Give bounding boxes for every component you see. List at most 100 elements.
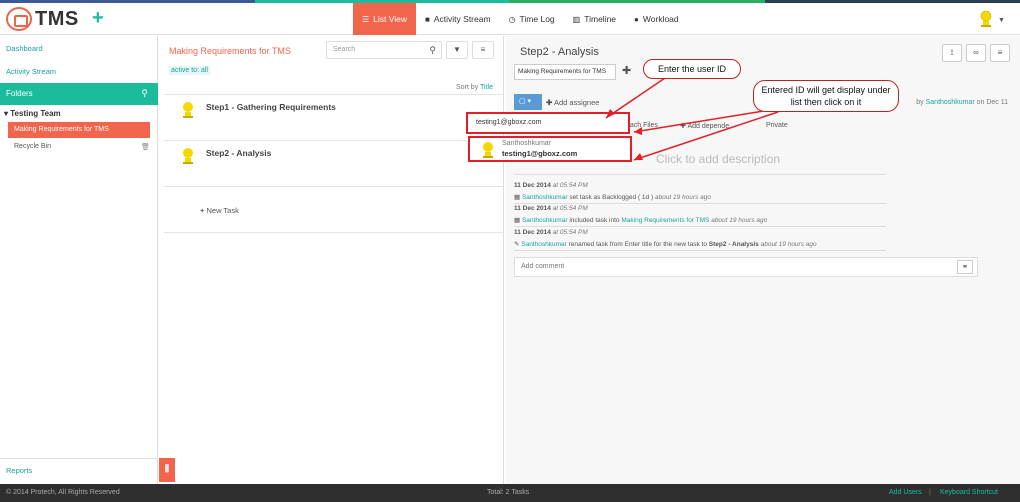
sidebar-item-dashboard[interactable]: Dashboard [6,44,43,53]
assignee-suggestion[interactable]: Santhoshkumar testing1@gboxz.com [468,136,632,162]
plus-icon: + [200,206,205,215]
sidebar-item-reports[interactable]: Reports [0,458,158,482]
add-button[interactable]: + [92,8,104,28]
menu-icon: ≡ [997,48,1003,57]
add-dependency-label: Add depende [687,123,730,130]
task-title[interactable]: Step1 - Gathering Requirements [206,102,336,112]
activity-date: 11 Dec 2014 at 05:54 PM [514,229,588,236]
assignee-search-input[interactable]: testing1@gboxz.com [466,112,630,134]
description-field[interactable]: Click to add description [656,152,780,166]
suggestion-email: testing1@gboxz.com [502,149,578,158]
menu-button[interactable]: ≡ [990,44,1010,62]
menu-icon: ≡ [480,45,486,54]
task-detail-title[interactable]: Step2 - Analysis [520,46,599,58]
filter-button[interactable]: ▼ [446,41,468,59]
task-row[interactable]: Step2 - Analysis [164,140,504,186]
search-icon[interactable]: ⚲ [429,45,436,56]
keyboard-shortcut-link[interactable]: Keyboard Shortcut [940,489,998,496]
link-button[interactable]: ∞ [966,44,986,62]
task-row[interactable]: Step1 - Gathering Requirements [164,94,504,140]
divider [514,203,886,204]
tab-label: Workload [642,14,679,24]
tab-timeline[interactable]: ▥ Timeline [564,3,625,35]
folders-label: Folders [6,89,33,98]
tab-workload[interactable]: ● Workload [625,3,688,35]
list-icon: ☰ [362,14,370,24]
copyright-text: © 2014 Protech, All Rights Reserved [6,489,120,496]
rss-button[interactable]: ⟟ [942,44,962,62]
activity-ago: about 19 hours ago [711,217,768,224]
add-assignee-label: Add assignee [553,98,600,107]
recycle-bin-item[interactable]: Recycle Bin [14,143,51,150]
team-label: Testing Team [10,109,61,118]
tab-time-log[interactable]: ◷ Time Log [500,3,564,35]
app-logo[interactable]: TMS [6,7,79,31]
tab-activity-stream[interactable]: ■ Activity Stream [416,3,500,35]
activity-text: renamed task from Enter title for the ne… [568,241,707,248]
callout-enter-user-id: Enter the user ID [643,59,741,79]
project-title: Making Requirements for TMS [169,46,291,56]
tab-label: Time Log [519,14,555,24]
user-link[interactable]: Santhoshkumar [522,194,568,201]
top-bar: TMS + ☰ List View ■ Activity Stream ◷ Time … [0,3,1020,35]
suggestion-name: Santhoshkumar [502,140,552,147]
menu-button[interactable]: ≡ [472,41,494,59]
bars-icon: ▥ [572,14,581,24]
filter-icon: ▼ [453,45,461,54]
divider [514,250,886,251]
date-text: 11 Dec 2014 [514,205,551,212]
attach-files-button[interactable]: ttach Files [626,122,658,129]
activity-text: included task into [569,217,620,224]
paperclip-icon[interactable]: ⚭ [957,260,973,274]
sort-field[interactable]: Title [480,84,493,91]
project-tag[interactable]: Making Requirements for TMS [514,64,616,80]
time-text: at 05:54 PM [552,182,588,189]
search-icon[interactable]: ⚲ [141,88,148,99]
task-name: Step2 - Analysis [708,241,759,248]
sidebar-item-activity-stream[interactable]: Activity Stream [6,67,56,76]
search-placeholder: Search [333,46,356,53]
status-dropdown[interactable]: ▢ ▾ [514,94,542,110]
avatar [183,148,193,164]
chevron-down-icon[interactable]: ▼ [998,17,1005,24]
time-text: at 05:54 PM [552,205,588,212]
add-assignee-button[interactable]: ✚ Add assignee [546,98,599,107]
view-tabs: ☰ List View ■ Activity Stream ◷ Time Log ▥ T… [353,3,688,35]
new-task-label: New Task [206,206,239,215]
activity-item: ▦ Santhoshkumar set task as Backlogged (… [514,193,711,201]
folders-header[interactable]: Folders ⚲ [0,83,158,105]
comment-input[interactable]: Add comment ⚭ [514,257,978,277]
folder-item-active[interactable]: Making Requirements for TMS [8,122,150,138]
tab-list-view[interactable]: ☰ List View [353,3,417,35]
time-text: at 05:54 PM [552,229,588,236]
user-avatar[interactable] [978,10,994,28]
tab-label: Timeline [584,14,617,24]
activity-ago: about 19 hours ago [760,241,817,248]
add-project-button[interactable]: ✚ [622,64,631,77]
link-icon: ∞ [973,48,979,57]
footer-separator: | [929,489,931,496]
activity-ago: about 19 hours ago [654,194,711,201]
private-toggle[interactable]: Private [766,122,788,129]
add-users-link[interactable]: Add Users [889,489,922,496]
filter-tags[interactable]: active to: all [169,66,210,75]
task-title[interactable]: Step2 - Analysis [206,148,271,158]
add-dependency-button[interactable]: ✚ Add depende [680,122,729,130]
activity-item: ▦ Santhoshkumar included task into Makin… [514,216,767,224]
new-task-button[interactable]: + New Task [200,206,239,215]
user-link[interactable]: Santhoshkumar [522,217,568,224]
activity-date: 11 Dec 2014 at 05:54 PM [514,182,588,189]
callout-select-user: Entered ID will get display under list t… [753,80,899,112]
team-item[interactable]: ▾ Testing Team [4,109,61,118]
user-link[interactable]: Santhoshkumar [521,241,567,248]
plus-icon: ✚ [680,123,686,130]
by-label: by [916,99,924,106]
tab-label: List View [373,14,408,24]
app-name: TMS [35,7,79,30]
project-link[interactable]: Making Requirements for TMS [621,217,709,224]
sort-by[interactable]: Sort by Title [456,84,493,91]
date-text: 11 Dec 2014 [514,229,551,236]
activity-date: 11 Dec 2014 at 05:54 PM [514,205,588,212]
author-link[interactable]: Santhoshkumar [926,99,975,106]
search-input[interactable]: Search ⚲ [326,41,442,59]
